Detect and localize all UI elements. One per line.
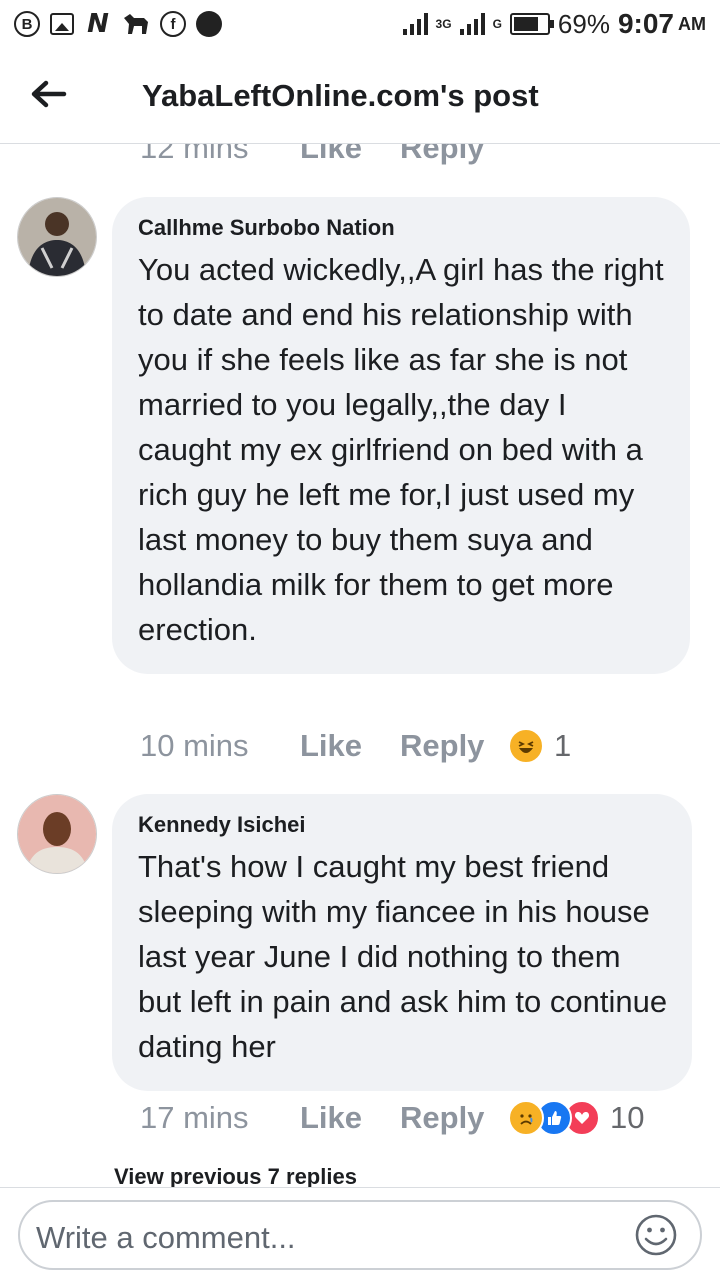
signal-bars-2-icon [459, 13, 485, 35]
comments-feed[interactable]: 12 mins Like Reply Callhme Surbobo Natio… [0, 144, 720, 1187]
post-header: YabaLeftOnline.com's post [0, 50, 720, 144]
comment-time: 12 mins [140, 144, 249, 165]
comment-text: You acted wickedly,,A girl has the right… [138, 252, 664, 647]
reactions-summary[interactable]: 10 [508, 1100, 644, 1136]
comment-author[interactable]: Callhme Surbobo Nation [138, 215, 666, 241]
network-3g-label: 3G [435, 16, 452, 31]
page-title: YabaLeftOnline.com's post [142, 78, 539, 113]
like-button[interactable]: Like [300, 1100, 400, 1136]
comment-composer: Write a comment... [0, 1187, 720, 1281]
reply-button[interactable]: Reply [400, 144, 508, 166]
signal-bars-icon [402, 13, 428, 35]
network-g-label: G [492, 16, 502, 31]
partial-comment-actions: 12 mins Like Reply [140, 144, 508, 166]
reply-button[interactable]: Reply [400, 1100, 508, 1136]
comment-input[interactable]: Write a comment... [18, 1200, 702, 1270]
comment-author[interactable]: Kennedy Isichei [138, 812, 668, 838]
comment-time: 10 mins [140, 728, 249, 763]
battery-percent: 69% [557, 8, 610, 39]
gallery-icon [50, 13, 74, 35]
clock-ampm: AM [678, 13, 706, 34]
clock-time: 9:07 [617, 8, 674, 39]
comment-actions: 17 mins Like Reply 10 [140, 1100, 644, 1136]
facebook-icon: f [160, 11, 186, 37]
status-bar: B N f 3G G 69% 9:07 AM [0, 0, 720, 50]
reactions-summary[interactable]: 1 [508, 728, 571, 764]
reply-button[interactable]: Reply [400, 728, 508, 764]
record-dot-icon [196, 11, 222, 37]
comment-bubble[interactable]: Kennedy Isichei That's how I caught my b… [112, 794, 692, 1091]
notification-icons: B N f [14, 9, 222, 39]
comment-time: 17 mins [140, 1100, 249, 1135]
reaction-count: 10 [610, 1100, 645, 1135]
sad-reaction-icon [508, 1100, 544, 1136]
system-indicators: 3G G 69% 9:07 AM [402, 8, 706, 40]
battery-icon [509, 13, 554, 35]
emoji-icon[interactable] [634, 1213, 678, 1257]
bbm-icon: B [14, 11, 40, 37]
view-previous-replies-link[interactable]: View previous 7 replies [114, 1164, 357, 1187]
avatar[interactable] [17, 794, 97, 874]
reaction-count: 1 [554, 728, 572, 763]
avatar[interactable] [17, 197, 97, 277]
like-button[interactable]: Like [300, 144, 400, 166]
comment-text: That's how I caught my best friend sleep… [138, 849, 668, 1064]
comment-actions: 10 mins Like Reply 1 [140, 728, 571, 764]
comment-input-placeholder: Write a comment... [36, 1220, 296, 1255]
haha-reaction-icon [508, 728, 544, 764]
back-arrow-icon[interactable] [26, 72, 70, 116]
comment-bubble[interactable]: Callhme Surbobo Nation You acted wickedl… [112, 197, 690, 674]
like-button[interactable]: Like [300, 728, 400, 764]
dog-icon [122, 10, 150, 38]
nairaland-icon: N [87, 9, 109, 39]
